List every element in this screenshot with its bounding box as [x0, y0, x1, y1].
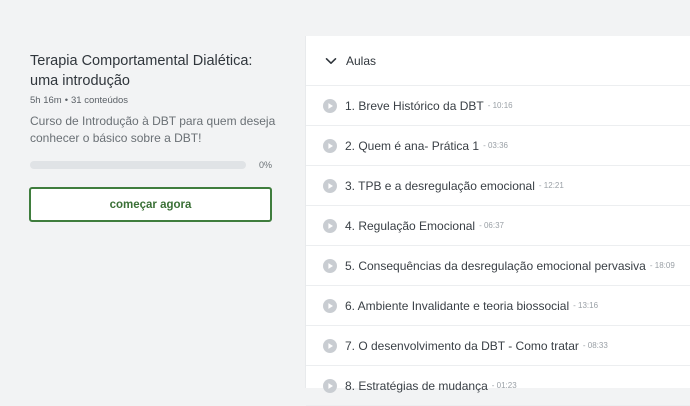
chevron-down-icon: [325, 55, 337, 67]
lesson-title: 8. Estratégias de mudança: [345, 378, 488, 393]
lesson-title: 1. Breve Histórico da DBT: [345, 98, 484, 113]
lesson-item[interactable]: 8. Estratégias de mudança - 01:23: [306, 366, 690, 406]
course-meta: 5h 16m • 31 conteúdos: [30, 95, 128, 106]
course-duration: 5h 16m: [30, 95, 62, 106]
lesson-item[interactable]: 5. Consequências da desregulação emocion…: [306, 246, 690, 286]
lesson-item[interactable]: 6. Ambiente Invalidante e teoria biossoc…: [306, 286, 690, 326]
play-circle-icon: [322, 338, 337, 353]
lesson-title: 7. O desenvolvimento da DBT - Como trata…: [345, 338, 579, 353]
section-label: Aulas: [346, 53, 377, 68]
play-circle-icon: [322, 178, 337, 193]
course-description: Curso de Introdução à DBT para quem dese…: [30, 114, 276, 145]
lesson-item[interactable]: 4. Regulação Emocional - 06:37: [306, 206, 690, 246]
lesson-title: 3. TPB e a desregulação emocional: [345, 178, 535, 193]
progress-bar: [30, 161, 246, 169]
play-circle-icon: [322, 378, 337, 393]
lessons-section-header[interactable]: Aulas: [306, 36, 690, 86]
lesson-item[interactable]: 1. Breve Histórico da DBT - 10:16: [306, 86, 690, 126]
lessons-panel: Aulas 1. Breve Histórico da DBT - 10:16 2.…: [305, 36, 690, 406]
lesson-duration: - 03:36: [483, 141, 508, 150]
lesson-duration: - 12:21: [538, 181, 564, 190]
lesson-title: 4. Regulação Emocional: [345, 218, 476, 233]
play-circle-icon: [322, 258, 337, 273]
lesson-duration: - 10:16: [487, 101, 513, 110]
course-title: Terapia Comportamental Dialética: uma in…: [30, 53, 253, 89]
lesson-title: 2. Quem é ana- Prática 1: [345, 138, 480, 153]
lesson-duration: - 08:33: [582, 341, 608, 350]
lesson-item[interactable]: 2. Quem é ana- Prática 1- 03:36: [306, 126, 690, 166]
start-now-button[interactable]: começar agora: [29, 187, 272, 222]
course-contents-count: 31 conteúdos: [71, 95, 129, 106]
lesson-duration: - 18:09: [649, 261, 675, 270]
lesson-item[interactable]: 7. O desenvolvimento da DBT - Como trata…: [306, 326, 690, 366]
lesson-list: 1. Breve Histórico da DBT - 10:16 2. Quem …: [306, 86, 690, 406]
lesson-item[interactable]: 3. TPB e a desregulação emocional - 12:21: [306, 166, 690, 206]
progress-label: 0%: [259, 160, 273, 170]
play-circle-icon: [322, 98, 337, 113]
lesson-duration: - 06:37: [479, 221, 504, 230]
lesson-duration: - 01:23: [491, 381, 517, 390]
play-circle-icon: [322, 298, 337, 313]
play-circle-icon: [322, 218, 337, 233]
meta-separator: •: [64, 95, 69, 106]
lesson-title: 6. Ambiente Invalidante e teoria biossoc…: [345, 298, 570, 313]
play-circle-icon: [322, 138, 337, 153]
lesson-duration: - 13:16: [573, 301, 599, 310]
lesson-title: 5. Consequências da desregulação emocion…: [345, 258, 646, 273]
course-info-panel: Terapia Comportamental Dialética: uma in…: [0, 0, 305, 388]
